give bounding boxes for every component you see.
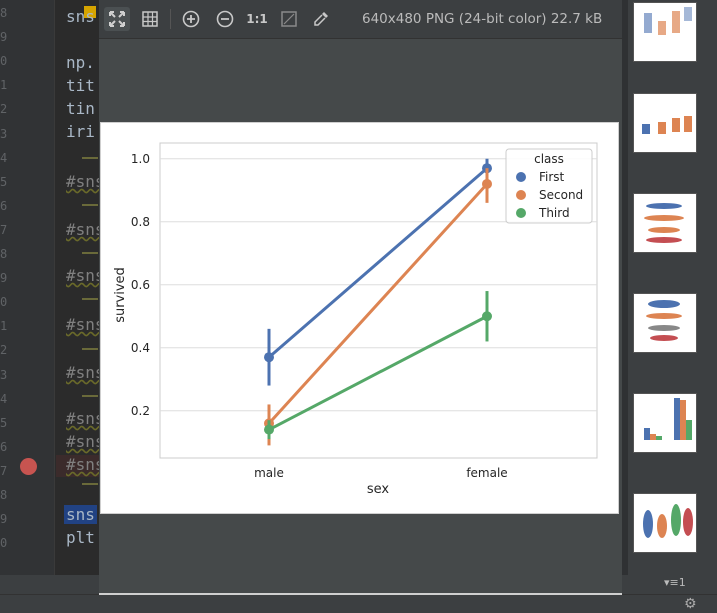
code-line[interactable]: #sns: [66, 409, 100, 428]
line-number-gutter: 8 9 0 1 2 3 4 5 6 7 8 9 0 1 2 3 4 5 6 7 8 9 0: [0, 0, 54, 575]
point-plot: 0.20.40.60.81.0 male female survived sex …: [113, 142, 598, 497]
code-line[interactable]: np.: [66, 53, 95, 72]
line-number: 7: [0, 222, 8, 237]
data-point: [482, 178, 492, 189]
x-tick-label: male: [254, 466, 284, 480]
zoom-in-icon[interactable]: [178, 7, 204, 31]
code-line[interactable]: tin: [66, 99, 95, 118]
gutter-divider: [54, 0, 55, 575]
indent-guide: [82, 252, 98, 254]
color-picker-icon[interactable]: [308, 7, 334, 31]
line-number: 3: [0, 126, 8, 141]
image-canvas: 0.2 0.4 0.6 0.8 1.0 male female survived sex …: [100, 122, 619, 514]
thumbnail-footer[interactable]: ▾≡1: [622, 575, 717, 594]
data-point: [482, 311, 492, 322]
data-point: [264, 424, 274, 435]
thumbnail-panel-divider: [622, 0, 628, 575]
line-number: 6: [0, 198, 8, 213]
viewer-bottom-border: [99, 593, 622, 595]
x-axis-ticks: male female: [254, 466, 508, 480]
grid-icon[interactable]: [137, 7, 163, 31]
code-line[interactable]: iri: [66, 122, 95, 141]
line-number: 0: [0, 536, 8, 551]
legend-marker: [516, 190, 526, 200]
x-axis-label: sex: [367, 482, 390, 497]
image-info-label: 640x480 PNG (24-bit color) 22.7 kB: [362, 11, 603, 27]
legend-title: class: [534, 152, 564, 166]
legend-marker: [516, 208, 526, 218]
y-tick-label: 0.4: [131, 341, 150, 355]
line-number: 9: [0, 30, 8, 45]
thumbnail-violinplot[interactable]: [633, 493, 697, 553]
code-line[interactable]: #sns: [66, 315, 100, 334]
line-number: 1: [0, 78, 8, 93]
thumbnail-violin-2[interactable]: [633, 293, 697, 353]
line-number: 7: [0, 463, 8, 478]
line-number: 8: [0, 6, 8, 20]
thumbnail-boxplot-2[interactable]: [633, 93, 697, 153]
viewer-toolbar: 1:1 640x480 PNG (24-bit color) 22.7 kB: [99, 0, 622, 39]
line-number: 4: [0, 150, 8, 165]
indent-guide: [82, 483, 98, 485]
y-tick-label: 1.0: [131, 152, 150, 166]
indent-guide: [82, 348, 98, 350]
code-line[interactable]: tit: [66, 76, 95, 95]
code-line[interactable]: #sns: [66, 220, 100, 239]
code-line[interactable]: #sns: [66, 266, 100, 285]
line-number: 0: [0, 295, 8, 310]
line-number: 9: [0, 512, 8, 527]
y-tick-label: 0.2: [131, 404, 150, 418]
code-line[interactable]: plt: [66, 528, 95, 547]
y-axis-ticks: 0.2 0.4 0.6 0.8 1.0: [131, 152, 150, 418]
thumbnail-violin-1[interactable]: [633, 193, 697, 253]
thumbnail-page-indicator[interactable]: ▾≡1: [664, 576, 686, 589]
image-viewer: 1:1 640x480 PNG (24-bit color) 22.7 kB 0…: [99, 0, 622, 595]
line-number: 8: [0, 247, 8, 261]
line-number: 8: [0, 488, 8, 502]
code-line[interactable]: #sns: [66, 172, 100, 191]
y-tick-label: 0.6: [131, 278, 150, 292]
data-point: [264, 352, 274, 363]
line-number: 5: [0, 415, 8, 430]
legend-label: Second: [539, 188, 583, 202]
legend-marker: [516, 172, 526, 182]
indent-guide: [82, 204, 98, 206]
code-line[interactable]: #sns: [66, 455, 100, 474]
legend-label: First: [539, 170, 565, 184]
code-line[interactable]: #sns: [66, 363, 100, 382]
line-number: 3: [0, 367, 8, 382]
breakpoint-icon[interactable]: [20, 458, 37, 475]
actual-size-button[interactable]: 1:1: [244, 7, 270, 31]
line-number: 9: [0, 271, 8, 286]
status-bar: ⚙: [0, 594, 717, 613]
line-number: 4: [0, 391, 8, 406]
indent-guide: [82, 298, 98, 300]
toolbar-separator: [170, 9, 171, 29]
line-number: 0: [0, 54, 8, 69]
code-line[interactable]: #sns: [66, 432, 100, 451]
x-tick-label: female: [466, 466, 507, 480]
fit-to-window-icon[interactable]: [104, 7, 130, 31]
thumbnail-boxplot-1[interactable]: [633, 2, 697, 62]
line-number: 2: [0, 102, 8, 117]
line-number: 2: [0, 343, 8, 358]
line-number: 1: [0, 319, 8, 334]
y-tick-label: 0.8: [131, 215, 150, 229]
thumbnail-panel: [622, 0, 717, 575]
indent-guide: [82, 395, 98, 397]
code-line[interactable]: sns: [66, 7, 95, 26]
zoom-out-icon[interactable]: [212, 7, 238, 31]
legend-label: Third: [538, 206, 570, 220]
indent-guide: [82, 157, 98, 159]
background-icon[interactable]: [276, 7, 302, 31]
selected-code-line[interactable]: sns: [64, 505, 97, 524]
y-axis-label: survived: [113, 267, 128, 323]
legend: class First Second Third: [505, 148, 593, 224]
thumbnail-barplot[interactable]: [633, 393, 697, 453]
gear-icon[interactable]: ⚙: [684, 596, 697, 612]
line-number: 5: [0, 174, 8, 189]
line-number: 6: [0, 439, 8, 454]
code-editor[interactable]: 8 9 0 1 2 3 4 5 6 7 8 9 0 1 2 3 4 5 6 7 8 9 0 sns np. tit tin iri #…: [0, 0, 100, 575]
